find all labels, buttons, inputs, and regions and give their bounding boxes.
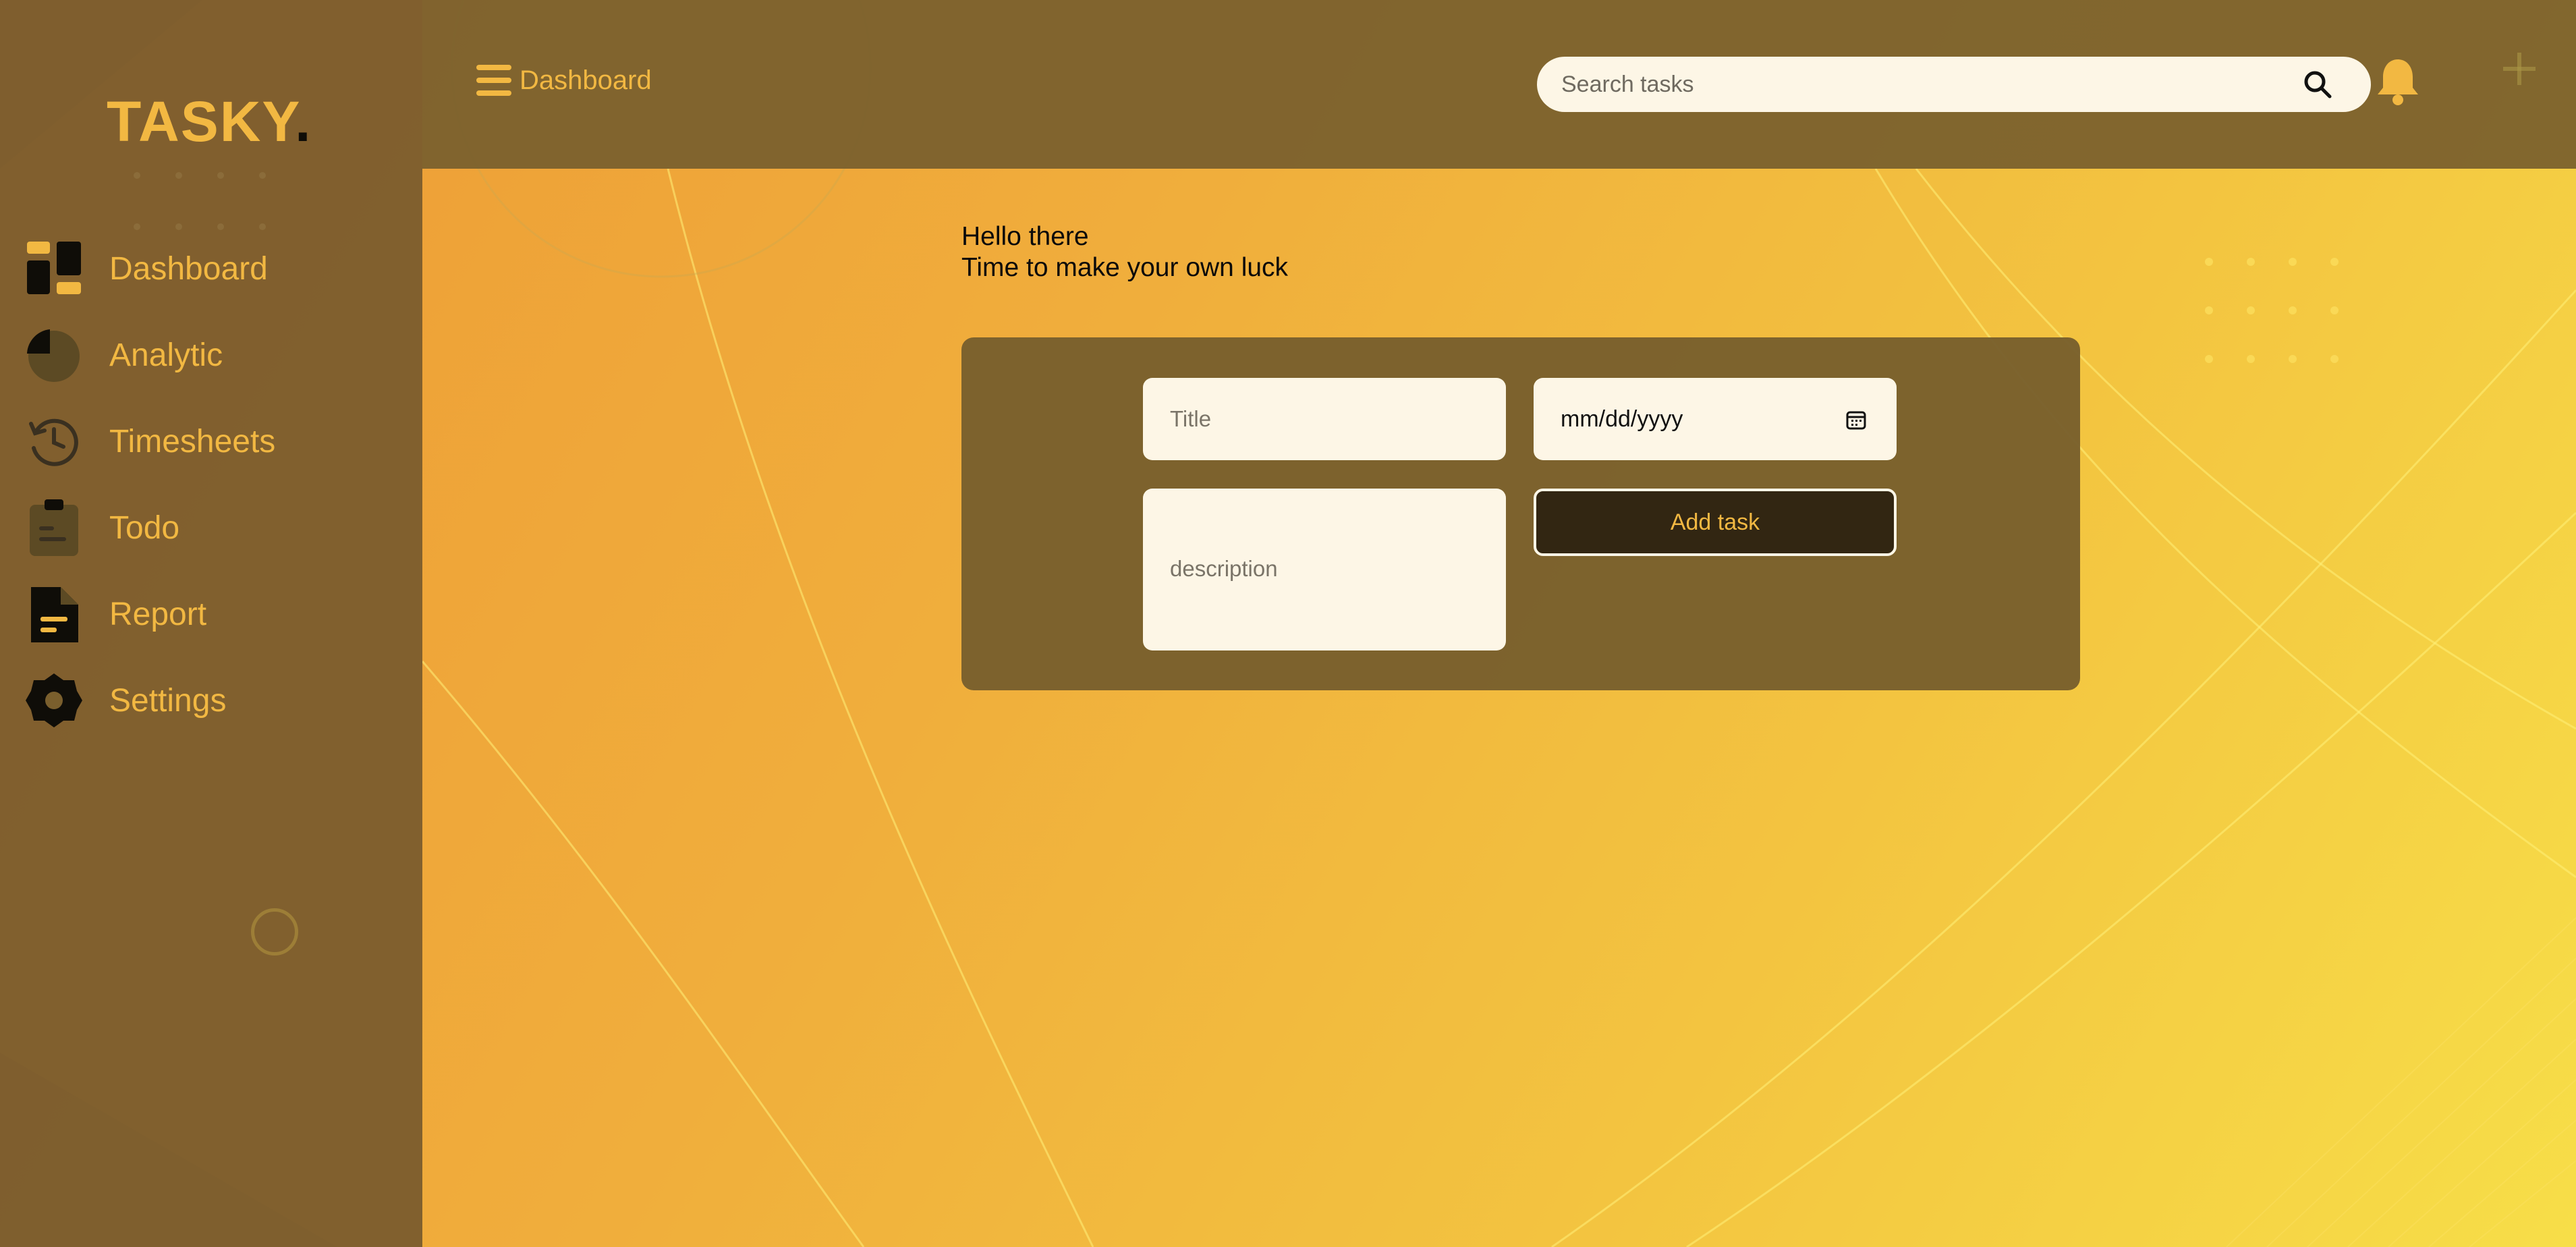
sidebar-item-label: Dashboard bbox=[109, 250, 268, 287]
sidebar-item-analytic[interactable]: Analytic bbox=[26, 312, 403, 398]
sidebar-item-label: Settings bbox=[109, 682, 227, 719]
add-task-button[interactable]: Add task bbox=[1534, 489, 1897, 556]
sidebar-item-label: Analytic bbox=[109, 337, 223, 373]
clipboard-icon bbox=[26, 499, 82, 556]
sidebar-item-timesheets[interactable]: Timesheets bbox=[26, 398, 403, 484]
search-icon[interactable] bbox=[2303, 70, 2332, 99]
date-input[interactable]: mm/dd/yyyy bbox=[1534, 378, 1897, 460]
hamburger-menu-icon bbox=[476, 65, 511, 96]
search-bar bbox=[1537, 57, 2371, 112]
sidebar-item-todo[interactable]: Todo bbox=[26, 484, 403, 571]
dashboard-icon bbox=[26, 240, 82, 297]
document-icon bbox=[26, 586, 82, 642]
calendar-icon[interactable] bbox=[1845, 409, 1867, 431]
decorative-dots bbox=[2205, 258, 2339, 363]
sidebar-item-settings[interactable]: Settings bbox=[26, 657, 403, 744]
search-input[interactable] bbox=[1561, 61, 2303, 108]
greeting-title: Hello there bbox=[961, 222, 1089, 251]
logo-dot: . bbox=[295, 90, 312, 153]
app-logo[interactable]: TASKY. bbox=[107, 89, 312, 155]
sidebar-item-dashboard[interactable]: Dashboard bbox=[26, 225, 403, 312]
history-clock-icon bbox=[26, 413, 82, 470]
sidebar-item-label: Timesheets bbox=[109, 423, 276, 460]
sidebar-item-label: Report bbox=[109, 596, 207, 632]
sidebar-nav: Dashboard Analytic Timesheets Todo Repor… bbox=[26, 225, 403, 744]
bell-icon[interactable] bbox=[2376, 57, 2419, 105]
topbar: Dashboard bbox=[422, 0, 2576, 169]
gear-icon bbox=[26, 672, 82, 729]
task-form: mm/dd/yyyy Add task bbox=[961, 337, 2080, 690]
decorative-dots bbox=[134, 172, 266, 230]
sidebar-item-report[interactable]: Report bbox=[26, 571, 403, 657]
pie-chart-icon bbox=[26, 327, 82, 383]
title-input[interactable] bbox=[1143, 378, 1506, 460]
greeting: Hello there Time to make your own luck bbox=[961, 221, 1288, 283]
date-placeholder: mm/dd/yyyy bbox=[1561, 406, 1683, 432]
greeting-subtitle: Time to make your own luck bbox=[961, 253, 1289, 282]
decorative-ring bbox=[251, 908, 298, 955]
breadcrumb: Dashboard bbox=[520, 65, 652, 95]
sidebar: TASKY. Dashboard Analytic Timesheets Tod… bbox=[0, 0, 422, 1247]
menu-toggle-button[interactable]: Dashboard bbox=[476, 65, 652, 96]
logo-text: TASKY bbox=[107, 90, 296, 153]
sidebar-item-label: Todo bbox=[109, 509, 180, 546]
description-input[interactable] bbox=[1143, 489, 1506, 650]
plus-decoration bbox=[2503, 53, 2536, 85]
